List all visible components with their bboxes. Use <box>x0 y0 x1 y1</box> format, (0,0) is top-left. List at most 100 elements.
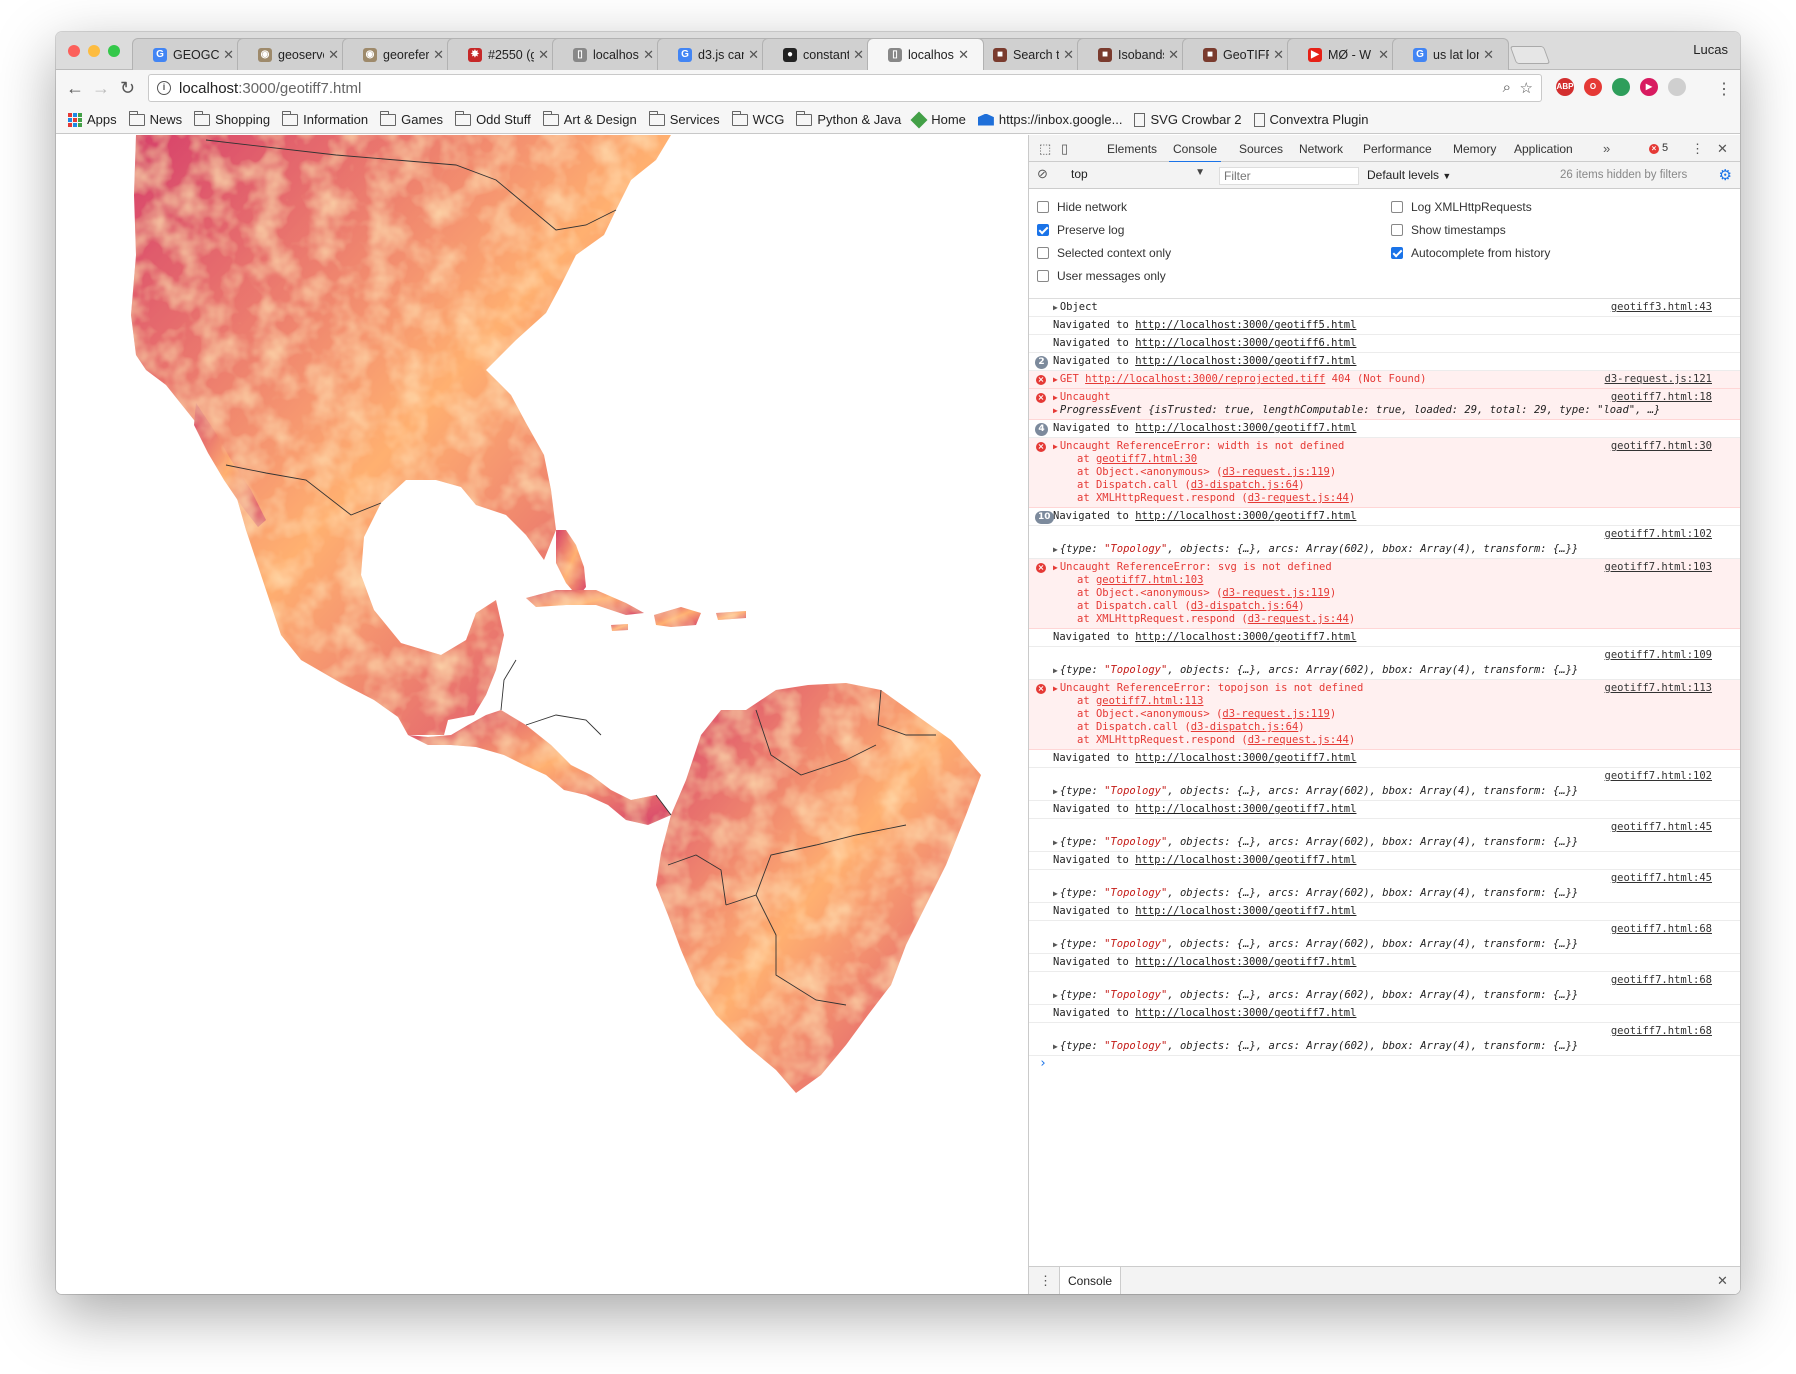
stack-location-link[interactable]: d3-request.js:119 <box>1222 466 1329 478</box>
stack-location-link[interactable]: d3-request.js:44 <box>1248 734 1349 746</box>
source-link[interactable]: geotiff7.html:102 <box>1605 770 1712 783</box>
console-message[interactable]: × ▶ Uncaught ReferenceError: topojson is n… <box>1029 680 1740 750</box>
stack-location-link[interactable]: d3-request.js:119 <box>1222 587 1329 599</box>
user-messages-option[interactable]: User messages only <box>1037 269 1166 283</box>
message-url-link[interactable]: http://localhost:3000/reprojected.tiff <box>1085 373 1325 385</box>
source-link[interactable]: geotiff7.html:102 <box>1605 528 1712 541</box>
source-link[interactable]: geotiff3.html:43 <box>1611 301 1712 314</box>
message-url-link[interactable]: http://localhost:3000/geotiff7.html <box>1135 752 1356 764</box>
expand-triangle-icon[interactable]: ▶ <box>1053 682 1058 695</box>
devtools-tab-console[interactable]: Console <box>1168 142 1222 163</box>
console-message[interactable]: geotiff7.html:45 ▶ {type: "Topology", obje… <box>1029 870 1740 903</box>
browser-tab[interactable]: ■ Search the✕ <box>972 38 1089 70</box>
message-url-link[interactable]: http://localhost:3000/geotiff7.html <box>1135 854 1356 866</box>
close-tab-icon[interactable]: ✕ <box>1063 47 1074 63</box>
expand-triangle-icon[interactable]: ▶ <box>1053 836 1058 849</box>
browser-tab[interactable]: ■ Isobands fo✕ <box>1077 38 1194 70</box>
console-message[interactable]: Navigated to http://localhost:3000/geoti… <box>1029 629 1740 647</box>
console-message[interactable]: 10 Navigated to http://localhost:3000/geo… <box>1029 508 1740 526</box>
progress-event-object[interactable]: ▶ ProgressEvent {isTrusted: true, lengthC… <box>1053 404 1712 417</box>
sync-icon[interactable] <box>1668 78 1686 96</box>
browser-tab[interactable]: ▯ localhost:3 ✕ <box>867 38 984 70</box>
console-message[interactable]: geotiff7.html:68 ▶ {type: "Topology", obje… <box>1029 1023 1740 1056</box>
message-url-link[interactable]: http://localhost:3000/geotiff7.html <box>1135 803 1356 815</box>
bookmark-item[interactable]: News <box>128 110 182 127</box>
hide-network-checkbox[interactable] <box>1037 201 1049 213</box>
console-message[interactable]: 4 Navigated to http://localhost:3000/geot… <box>1029 420 1740 438</box>
console-message[interactable]: Navigated to http://localhost:3000/geoti… <box>1029 335 1740 353</box>
topology-object[interactable]: ▶ {type: "Topology", objects: {…}, arcs: … <box>1053 887 1712 900</box>
forward-icon[interactable]: → <box>92 78 110 99</box>
log-levels-dropdown[interactable]: Default levels ▼ <box>1367 168 1451 182</box>
leaf-icon[interactable] <box>1612 78 1630 96</box>
stack-location-link[interactable]: geotiff7.html:103 <box>1096 574 1203 586</box>
close-tab-icon[interactable]: ✕ <box>538 47 549 63</box>
console-message[interactable]: Navigated to http://localhost:3000/geoti… <box>1029 852 1740 870</box>
bookmark-star-icon[interactable]: ☆ <box>1520 79 1533 97</box>
close-tab-icon[interactable]: ✕ <box>1378 47 1389 63</box>
preserve-log-option[interactable]: Preserve log <box>1037 223 1124 237</box>
source-link[interactable]: geotiff7.html:109 <box>1605 649 1712 662</box>
device-toolbar-icon[interactable]: ▯ <box>1061 141 1068 157</box>
clear-console-icon[interactable]: ⊘ <box>1037 166 1048 182</box>
url-text[interactable]: localhost:3000/geotiff7.html <box>179 80 361 97</box>
user-messages-checkbox[interactable] <box>1037 270 1049 282</box>
console-message[interactable]: geotiff7.html:109 ▶ {type: "Topology", obj… <box>1029 647 1740 680</box>
browser-tab[interactable]: ✸ #2550 (gd✕ <box>447 38 564 70</box>
source-link[interactable]: geotiff7.html:45 <box>1611 821 1712 834</box>
console-message[interactable]: geotiff7.html:102 ▶ {type: "Topology", obj… <box>1029 526 1740 559</box>
browser-tab[interactable]: ■ GeoTIFF Co✕ <box>1182 38 1299 70</box>
topology-object[interactable]: ▶ {type: "Topology", objects: {…}, arcs: … <box>1053 664 1712 677</box>
stack-location-link[interactable]: d3-dispatch.js:64 <box>1191 721 1298 733</box>
stack-location-link[interactable]: d3-request.js:44 <box>1248 492 1349 504</box>
bookmark-item[interactable]: Python & Java <box>796 110 901 127</box>
close-tab-icon[interactable]: ✕ <box>853 47 864 63</box>
message-url-link[interactable]: http://localhost:3000/geotiff7.html <box>1135 956 1356 968</box>
devtools-tab-performance[interactable]: Performance <box>1363 142 1432 156</box>
close-window-button[interactable] <box>68 45 80 57</box>
browser-tab[interactable]: Gd3.js canno ✕ <box>657 38 774 70</box>
console-message[interactable]: 2 Navigated to http://localhost:3000/geot… <box>1029 353 1740 371</box>
address-bar[interactable]: i localhost:3000/geotiff7.html ⌕ ☆ <box>148 74 1542 102</box>
stack-location-link[interactable]: geotiff7.html:30 <box>1096 453 1197 465</box>
profile-name[interactable]: Lucas <box>1693 42 1728 57</box>
browser-tab[interactable]: ▶ MØ - W ✕ <box>1287 38 1404 70</box>
back-icon[interactable]: ← <box>66 78 84 99</box>
source-link[interactable]: geotiff7.html:68 <box>1611 1025 1712 1038</box>
context-selector[interactable]: top ▼ <box>1071 167 1209 184</box>
expand-triangle-icon[interactable]: ▶ <box>1053 301 1058 314</box>
browser-tab[interactable]: Gus lat long ✕ <box>1392 38 1509 70</box>
expand-triangle-icon[interactable]: ▶ <box>1053 440 1058 453</box>
show-timestamps-option[interactable]: Show timestamps <box>1391 223 1506 237</box>
message-url-link[interactable]: http://localhost:3000/geotiff7.html <box>1135 422 1356 434</box>
console-message[interactable]: Navigated to http://localhost:3000/geoti… <box>1029 954 1740 972</box>
message-url-link[interactable]: http://localhost:3000/geotiff7.html <box>1135 355 1356 367</box>
close-tab-icon[interactable]: ✕ <box>433 47 444 63</box>
message-url-link[interactable]: http://localhost:3000/geotiff5.html <box>1135 319 1356 331</box>
source-link[interactable]: geotiff7.html:18 <box>1611 391 1712 404</box>
console-message[interactable]: Navigated to http://localhost:3000/geoti… <box>1029 903 1740 921</box>
menu-icon[interactable]: ⋮ <box>1716 79 1732 99</box>
devtools-tab-sources[interactable]: Sources <box>1239 142 1283 156</box>
bookmark-item[interactable]: Information <box>282 110 368 127</box>
map-svg[interactable] <box>56 135 1028 1294</box>
show-timestamps-checkbox[interactable] <box>1391 224 1403 236</box>
console-message[interactable]: Navigated to http://localhost:3000/geoti… <box>1029 801 1740 819</box>
inspect-element-icon[interactable]: ⬚ <box>1039 141 1051 157</box>
message-url-link[interactable]: http://localhost:3000/geotiff7.html <box>1135 510 1356 522</box>
expand-triangle-icon[interactable]: ▶ <box>1053 938 1058 951</box>
topology-object[interactable]: ▶ {type: "Topology", objects: {…}, arcs: … <box>1053 543 1712 556</box>
topology-object[interactable]: ▶ {type: "Topology", objects: {…}, arcs: … <box>1053 989 1712 1002</box>
expand-triangle-icon[interactable]: ▶ <box>1053 404 1058 417</box>
topology-object[interactable]: ▶ {type: "Topology", objects: {…}, arcs: … <box>1053 938 1712 951</box>
opera-icon[interactable]: O <box>1584 78 1602 96</box>
console-message[interactable]: Navigated to http://localhost:3000/geoti… <box>1029 750 1740 768</box>
stack-location-link[interactable]: d3-request.js:119 <box>1222 708 1329 720</box>
topology-object[interactable]: ▶ {type: "Topology", objects: {…}, arcs: … <box>1053 836 1712 849</box>
drawer-tab-console[interactable]: Console <box>1059 1267 1122 1294</box>
console-filter-input[interactable] <box>1219 167 1359 185</box>
bookmark-item[interactable]: Apps <box>68 112 117 127</box>
autocomplete-option[interactable]: Autocomplete from history <box>1391 246 1550 260</box>
expand-triangle-icon[interactable]: ▶ <box>1053 373 1058 386</box>
expand-triangle-icon[interactable]: ▶ <box>1053 543 1058 556</box>
